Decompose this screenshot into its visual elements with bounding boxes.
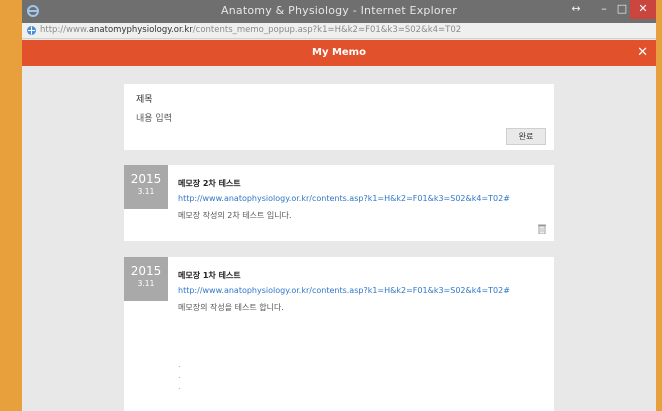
date-year: 2015 — [130, 264, 162, 278]
url-prefix: http://www. — [40, 25, 89, 35]
url-text[interactable]: http://www.anatomyphysiology.or.kr/conte… — [40, 25, 461, 35]
memo-header: My Memo ✕ — [22, 40, 656, 66]
memo-card: 2015 3.11 메모장 2차 테스트 http://www.anatophy… — [124, 165, 554, 241]
maximize-button[interactable]: □ — [614, 0, 630, 19]
memo-card-dots: . . . — [178, 359, 181, 392]
memo-card-text: 메모장 작성의 2차 테스트 입니다. — [178, 211, 292, 220]
minimize-button[interactable]: – — [594, 0, 614, 19]
memo-card-title: 메모장 1차 테스트 — [178, 271, 241, 280]
app-frame: Anatomy & Physiology - Internet Explorer… — [0, 0, 662, 411]
date-month-day: 3.11 — [137, 279, 155, 288]
resize-icon[interactable]: ↔ — [566, 0, 586, 19]
title-bar[interactable]: Anatomy & Physiology - Internet Explorer… — [22, 0, 656, 23]
memo-card-link[interactable]: http://www.anatophysiology.or.kr/content… — [178, 194, 510, 203]
memo-title: My Memo — [312, 47, 366, 58]
address-bar[interactable]: http://www.anatomyphysiology.or.kr/conte… — [22, 23, 656, 39]
memo-editor: 제목 내용 입력 완료 — [124, 84, 554, 150]
memo-content: 제목 내용 입력 완료 2015 3.11 메모장 2차 테스트 http://… — [22, 66, 656, 411]
done-button[interactable]: 완료 — [506, 128, 546, 145]
memo-card-link[interactable]: http://www.anatophysiology.or.kr/content… — [178, 286, 510, 295]
memo-card-text: 메모장의 작성을 테스트 합니다. — [178, 303, 284, 312]
browser-window: Anatomy & Physiology - Internet Explorer… — [22, 0, 656, 411]
window-border-left — [0, 0, 22, 411]
date-badge: 2015 3.11 — [124, 257, 168, 301]
trash-icon[interactable] — [538, 224, 546, 234]
window-border-right — [656, 0, 662, 411]
page-icon — [27, 26, 36, 35]
memo-body-input[interactable]: 내용 입력 — [136, 111, 172, 124]
memo-card-title: 메모장 2차 테스트 — [178, 179, 241, 188]
window-close-button[interactable]: ✕ — [630, 0, 656, 19]
dot-line: . — [178, 382, 181, 391]
memo-card: 2015 3.11 메모장 1차 테스트 http://www.anatophy… — [124, 257, 554, 411]
date-month-day: 3.11 — [137, 187, 155, 196]
memo-title-input[interactable]: 제목 — [136, 92, 153, 105]
close-icon[interactable]: ✕ — [637, 45, 648, 60]
date-year: 2015 — [130, 172, 162, 186]
dot-line: . — [178, 371, 181, 380]
dot-line: . — [178, 360, 181, 369]
url-path: /contents_memo_popup.asp?k1=H&k2=F01&k3=… — [192, 25, 462, 35]
window-title: Anatomy & Physiology - Internet Explorer — [221, 4, 457, 17]
date-badge: 2015 3.11 — [124, 165, 168, 209]
url-domain: anatomyphysiology.or.kr — [88, 25, 193, 35]
